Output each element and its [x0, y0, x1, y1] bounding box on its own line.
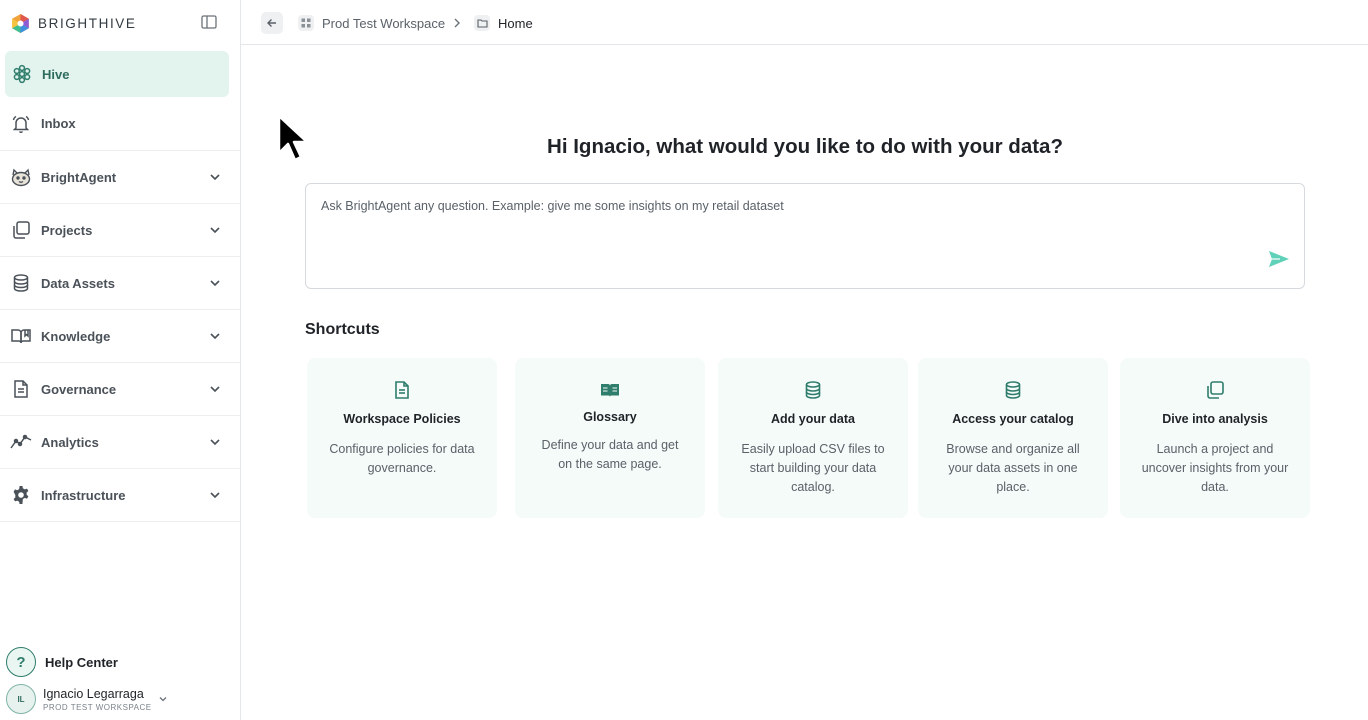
sidebar-item-label: Data Assets: [41, 275, 115, 291]
hive-icon: [11, 63, 33, 85]
card-title: Glossary: [583, 410, 637, 424]
chevron-down-icon: [210, 386, 220, 393]
document-icon: [10, 378, 32, 400]
brand-name: BRIGHTHIVE: [38, 15, 137, 31]
sidebar-toggle-icon: [201, 15, 217, 29]
shortcut-card-dive-into-analysis[interactable]: Dive into analysis Launch a project and …: [1120, 358, 1310, 518]
sidebar-item-label: Analytics: [41, 434, 99, 450]
user-name: Ignacio Legarraga: [43, 686, 144, 701]
folder-icon: [474, 15, 490, 31]
database-icon: [1005, 381, 1021, 399]
help-center-label: Help Center: [45, 654, 118, 670]
database-icon: [805, 381, 821, 399]
card-description: Launch a project and uncover insights fr…: [1141, 442, 1289, 494]
sidebar-item-data-assets[interactable]: Data Assets: [0, 256, 240, 309]
breadcrumb-home-label: Home: [498, 15, 533, 31]
sidebar-item-knowledge[interactable]: Knowledge: [0, 309, 240, 362]
question-icon: ?: [6, 647, 36, 677]
agent-icon: [10, 166, 32, 188]
sidebar-item-label: Hive: [42, 66, 70, 82]
sidebar-divider: [0, 521, 240, 522]
arrow-left-icon: [267, 19, 276, 27]
chevron-down-icon: [210, 492, 220, 499]
shortcut-card-add-your-data[interactable]: Add your data Easily upload CSV files to…: [718, 358, 908, 518]
shortcut-card-access-your-catalog[interactable]: Access your catalog Browse and organize …: [918, 358, 1108, 518]
analytics-icon: [10, 431, 32, 453]
sidebar-item-label: Knowledge: [41, 328, 111, 344]
shortcut-card-glossary[interactable]: Glossary Define your data and get on the…: [515, 358, 705, 518]
sidebar-item-governance[interactable]: Governance: [0, 362, 240, 415]
sidebar-item-label: Projects: [41, 222, 93, 238]
workspace-icon: [298, 15, 314, 31]
shortcut-card-workspace-policies[interactable]: Workspace Policies Configure policies fo…: [307, 358, 497, 518]
sidebar-item-label: Governance: [41, 381, 117, 397]
breadcrumb-workspace-label: Prod Test Workspace: [322, 15, 446, 31]
breadcrumb-home[interactable]: Home: [474, 13, 533, 33]
mouse-cursor-icon: [277, 114, 309, 162]
brand[interactable]: BRIGHTHIVE: [10, 12, 137, 34]
avatar: IL: [6, 684, 36, 714]
prompt-input[interactable]: [321, 199, 1221, 213]
brighthive-logo-icon: [12, 13, 29, 33]
chevron-down-icon: [210, 280, 220, 287]
chevron-down-icon: [210, 333, 220, 340]
sidebar-item-brightagent[interactable]: BrightAgent: [0, 150, 240, 203]
send-icon[interactable]: [1268, 250, 1290, 268]
breadcrumb-workspace[interactable]: Prod Test Workspace: [298, 13, 445, 33]
chevron-down-icon: [210, 439, 220, 446]
sidebar-item-analytics[interactable]: Analytics: [0, 415, 240, 468]
page-title: Hi Ignacio, what would you like to do wi…: [547, 135, 1063, 158]
sidebar-item-projects[interactable]: Projects: [0, 203, 240, 256]
card-title: Dive into analysis: [1162, 412, 1268, 426]
card-description: Easily upload CSV files to start buildin…: [741, 442, 885, 494]
shortcuts-title: Shortcuts: [305, 321, 380, 338]
sidebar-item-label: Infrastructure: [41, 487, 126, 503]
database-icon: [10, 272, 32, 294]
collapse-sidebar-button[interactable]: [200, 14, 218, 30]
sidebar-item-inbox[interactable]: Inbox: [0, 97, 240, 150]
sidebar-item-infrastructure[interactable]: Infrastructure: [0, 468, 240, 521]
projects-icon: [10, 219, 32, 241]
chevron-down-icon: [159, 697, 167, 702]
card-description: Define your data and get on the same pag…: [541, 438, 679, 471]
book-open-icon: [601, 384, 619, 397]
bell-icon: [10, 113, 32, 135]
chevron-right-icon: [454, 18, 460, 28]
document-icon: [395, 381, 409, 399]
user-workspace: PROD TEST WORKSPACE: [43, 702, 152, 712]
sidebar-item-label: Inbox: [41, 116, 76, 131]
card-title: Workspace Policies: [343, 412, 461, 426]
card-title: Add your data: [770, 412, 856, 426]
prompt-box[interactable]: [305, 183, 1305, 289]
gear-icon: [10, 484, 32, 506]
back-button[interactable]: [261, 12, 283, 34]
chevron-down-icon: [210, 227, 220, 234]
sidebar-item-label: BrightAgent: [41, 169, 117, 185]
card-title: Access your catalog: [952, 412, 1074, 426]
user-menu[interactable]: IL Ignacio Legarraga PROD TEST WORKSPACE: [6, 684, 167, 714]
card-description: Browse and organize all your data assets…: [946, 442, 1080, 494]
sidebar-item-hive[interactable]: Hive: [5, 51, 229, 97]
card-description: Configure policies for data governance.: [329, 442, 475, 475]
book-icon: [10, 325, 32, 347]
sidebar: BRIGHTHIVE Hive Inbox BrightAgent Projec…: [0, 0, 241, 720]
help-center-link[interactable]: ? Help Center: [6, 647, 118, 677]
copy-icon: [1207, 381, 1224, 399]
chevron-down-icon: [210, 174, 220, 181]
top-bar: Prod Test Workspace Home: [241, 0, 1368, 45]
